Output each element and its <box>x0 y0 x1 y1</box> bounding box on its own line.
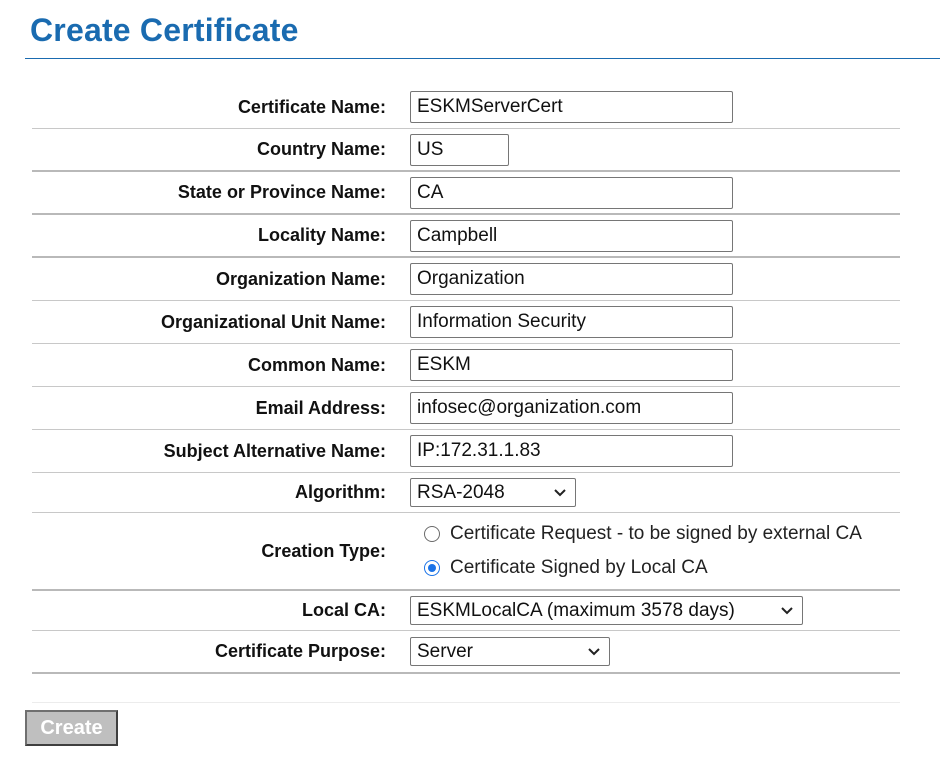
chevron-down-icon <box>554 488 566 496</box>
subject-alt-name-label: Subject Alternative Name: <box>163 440 386 461</box>
common-name-label: Common Name: <box>247 354 386 375</box>
algorithm-selected-value: RSA-2048 <box>417 481 505 503</box>
row-algorithm: Algorithm: RSA-2048 <box>32 473 900 513</box>
chevron-down-icon <box>588 647 600 655</box>
email-address-input[interactable] <box>410 392 733 424</box>
algorithm-label: Algorithm: <box>295 482 386 502</box>
country-name-input[interactable] <box>410 133 509 166</box>
row-email-address: Email Address: <box>32 387 900 430</box>
actions-divider <box>32 702 900 703</box>
row-locality-name: Locality Name: <box>32 215 900 258</box>
page-title: Create Certificate <box>30 12 299 48</box>
certificate-purpose-select[interactable]: Server <box>410 637 610 666</box>
row-common-name: Common Name: <box>32 344 900 387</box>
country-name-label: Country Name: <box>256 139 386 159</box>
creation-type-label: Creation Type: <box>261 540 386 561</box>
state-name-label: State or Province Name: <box>177 182 386 202</box>
locality-name-label: Locality Name: <box>257 225 386 245</box>
creation-type-option-local[interactable]: Certificate Signed by Local CA <box>410 557 862 579</box>
org-unit-name-input[interactable] <box>410 306 733 338</box>
organization-name-label: Organization Name: <box>215 268 386 289</box>
radio-local-ca-label: Certificate Signed by Local CA <box>450 557 708 578</box>
state-name-input[interactable] <box>410 176 733 209</box>
certificate-name-input[interactable] <box>410 91 733 123</box>
org-unit-name-label: Organizational Unit Name: <box>160 311 386 332</box>
local-ca-select[interactable]: ESKMLocalCA (maximum 3578 days) <box>410 596 803 625</box>
local-ca-label: Local CA: <box>301 600 386 620</box>
local-ca-selected-value: ESKMLocalCA (maximum 3578 days) <box>417 599 735 621</box>
create-button[interactable]: Create <box>25 710 118 746</box>
row-creation-type: Creation Type: Certificate Request - to … <box>32 513 900 591</box>
creation-type-radio-group: Certificate Request - to be signed by ex… <box>410 523 862 579</box>
radio-local-ca[interactable] <box>424 560 440 576</box>
certificate-name-label: Certificate Name: <box>237 96 386 117</box>
locality-name-input[interactable] <box>410 219 733 252</box>
creation-type-option-external[interactable]: Certificate Request - to be signed by ex… <box>410 523 862 545</box>
certificate-purpose-label: Certificate Purpose: <box>214 641 386 661</box>
row-subject-alt-name: Subject Alternative Name: <box>32 430 900 473</box>
email-address-label: Email Address: <box>255 397 386 418</box>
chevron-down-icon <box>781 606 793 614</box>
algorithm-select[interactable]: RSA-2048 <box>410 478 576 507</box>
row-org-unit-name: Organizational Unit Name: <box>32 301 900 344</box>
radio-external-ca[interactable] <box>424 526 440 542</box>
row-local-ca: Local CA: ESKMLocalCA (maximum 3578 days… <box>32 591 900 631</box>
row-country-name: Country Name: <box>32 129 900 172</box>
organization-name-input[interactable] <box>410 263 733 295</box>
radio-external-ca-label: Certificate Request - to be signed by ex… <box>450 523 862 544</box>
certificate-purpose-selected-value: Server <box>417 640 473 662</box>
row-organization-name: Organization Name: <box>32 258 900 301</box>
title-divider <box>25 58 940 59</box>
row-certificate-purpose: Certificate Purpose: Server <box>32 631 900 674</box>
row-certificate-name: Certificate Name: <box>32 86 900 129</box>
row-state-name: State or Province Name: <box>32 172 900 215</box>
common-name-input[interactable] <box>410 349 733 381</box>
subject-alt-name-input[interactable] <box>410 435 733 467</box>
certificate-form: Certificate Name: Country Name: State or… <box>32 86 900 674</box>
